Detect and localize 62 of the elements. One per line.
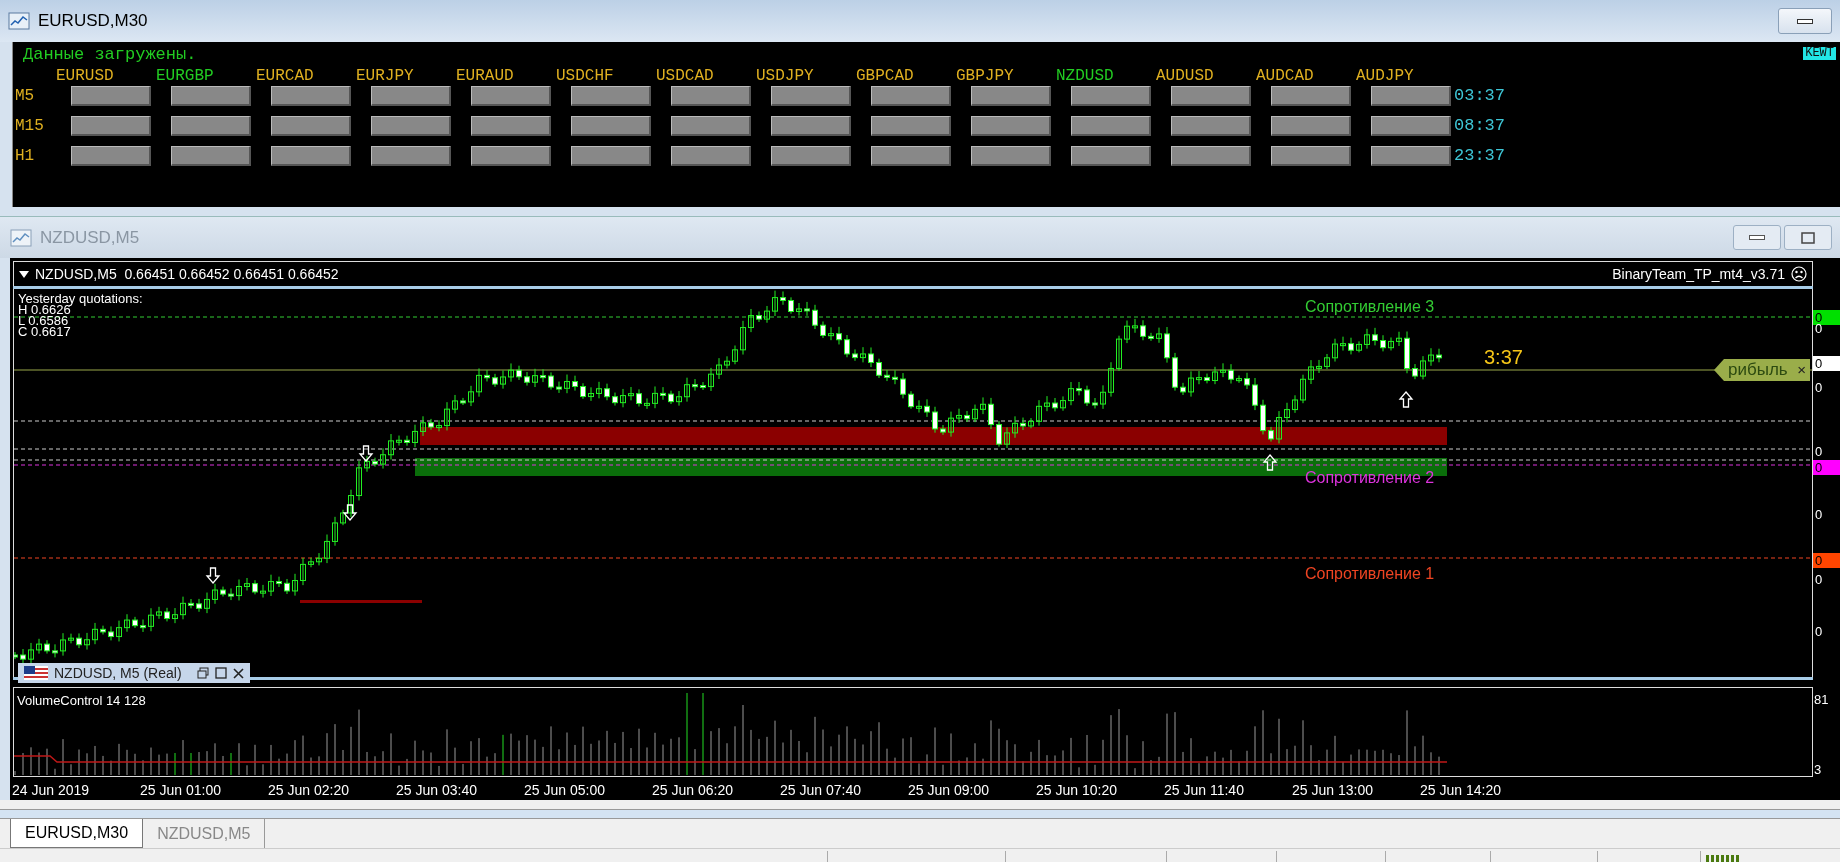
- pair-name: GBPCAD: [856, 67, 914, 85]
- time-label: 25 Jun 03:40: [396, 782, 477, 798]
- time-label: 25 Jun 07:40: [780, 782, 861, 798]
- price-tag: 0: [1813, 460, 1840, 475]
- time-label: 25 Jun 13:00: [1292, 782, 1373, 798]
- pair-name: EURCAD: [256, 67, 314, 85]
- time-label: 25 Jun 09:00: [908, 782, 989, 798]
- level-label: Сопротивление 2: [1305, 469, 1435, 487]
- indicator-name: BinaryTeam_TP_mt4_v3.71: [1612, 264, 1785, 284]
- axis-value: 3: [1814, 763, 1822, 777]
- pair-name: GBPJPY: [956, 67, 1014, 85]
- timeframe-label: M15: [15, 116, 45, 137]
- countdown-timer: 03:37: [1454, 85, 1505, 108]
- level-label: Сопротивление 3: [1305, 298, 1435, 316]
- profit-label-tag[interactable]: рибыль ×: [1714, 359, 1810, 381]
- pair-name: AUDCAD: [1256, 67, 1314, 85]
- pair-name: USDJPY: [756, 67, 814, 85]
- close-button[interactable]: ×: [1797, 358, 1806, 382]
- time-label: 25 Jun 01:00: [140, 782, 221, 798]
- price-label: 0: [1814, 624, 1823, 639]
- chart-tab-label[interactable]: NZDUSD, M5 (Real): [18, 663, 250, 683]
- price-label: 0: [1814, 444, 1823, 459]
- indicator-label: VolumeControl 14 128: [17, 692, 146, 710]
- level-label: Сопротивление 1: [1305, 565, 1435, 583]
- timeframe-label: H1: [15, 146, 36, 167]
- timeframe-label: M5: [15, 86, 36, 107]
- time-label: 25 Jun 05:00: [524, 782, 605, 798]
- pair-name: USDCHF: [556, 67, 614, 85]
- axis-value: 81: [1814, 693, 1829, 707]
- countdown-timer: 23:37: [1454, 145, 1505, 168]
- status-message: Данные загружены.: [23, 47, 197, 63]
- time-label: 25 Jun 10:20: [1036, 782, 1117, 798]
- time-label: 25 Jun 02:20: [268, 782, 349, 798]
- price-tag: 0: [1813, 310, 1840, 325]
- window-tab[interactable]: EURUSD,M30: [10, 819, 144, 848]
- time-label: 25 Jun 06:20: [652, 782, 733, 798]
- pair-name: AUDJPY: [1356, 67, 1414, 85]
- quotation-value: L 0.6586: [18, 314, 69, 327]
- window-title: EURUSD,M30: [38, 10, 148, 33]
- price-tag: 0: [1813, 356, 1840, 371]
- quotation-value: C 0.6617: [18, 325, 71, 338]
- price-label: 0: [1814, 380, 1823, 395]
- price-label: 0: [1814, 507, 1823, 522]
- window-title: NZDUSD,M5: [40, 226, 140, 249]
- pair-name: EURJPY: [356, 67, 414, 85]
- quotations-title: Yesterday quotations:: [18, 292, 143, 305]
- pair-name: AUDUSD: [1156, 67, 1214, 85]
- countdown-timer: 08:37: [1454, 115, 1505, 138]
- news-badge: KEWT: [1803, 47, 1836, 60]
- pair-name: USDCAD: [656, 67, 714, 85]
- pair-name: NZDUSD: [1056, 67, 1114, 85]
- countdown-timer: 3:37: [1484, 346, 1523, 368]
- pair-name: EURAUD: [456, 67, 514, 85]
- time-label: 24 Jun 2019: [12, 782, 90, 798]
- price-tag: 0: [1813, 553, 1840, 568]
- symbol-quote: NZDUSD,M5 0.66451 0.66452 0.66451 0.66452: [35, 264, 339, 284]
- time-label: 25 Jun 14:20: [1420, 782, 1501, 798]
- quotation-value: H 0.6626: [18, 303, 71, 316]
- price-label: 0: [1814, 572, 1823, 587]
- time-label: 25 Jun 11:40: [1164, 782, 1244, 798]
- pair-name: EURUSD: [56, 67, 114, 85]
- pair-name: EURGBP: [156, 67, 214, 85]
